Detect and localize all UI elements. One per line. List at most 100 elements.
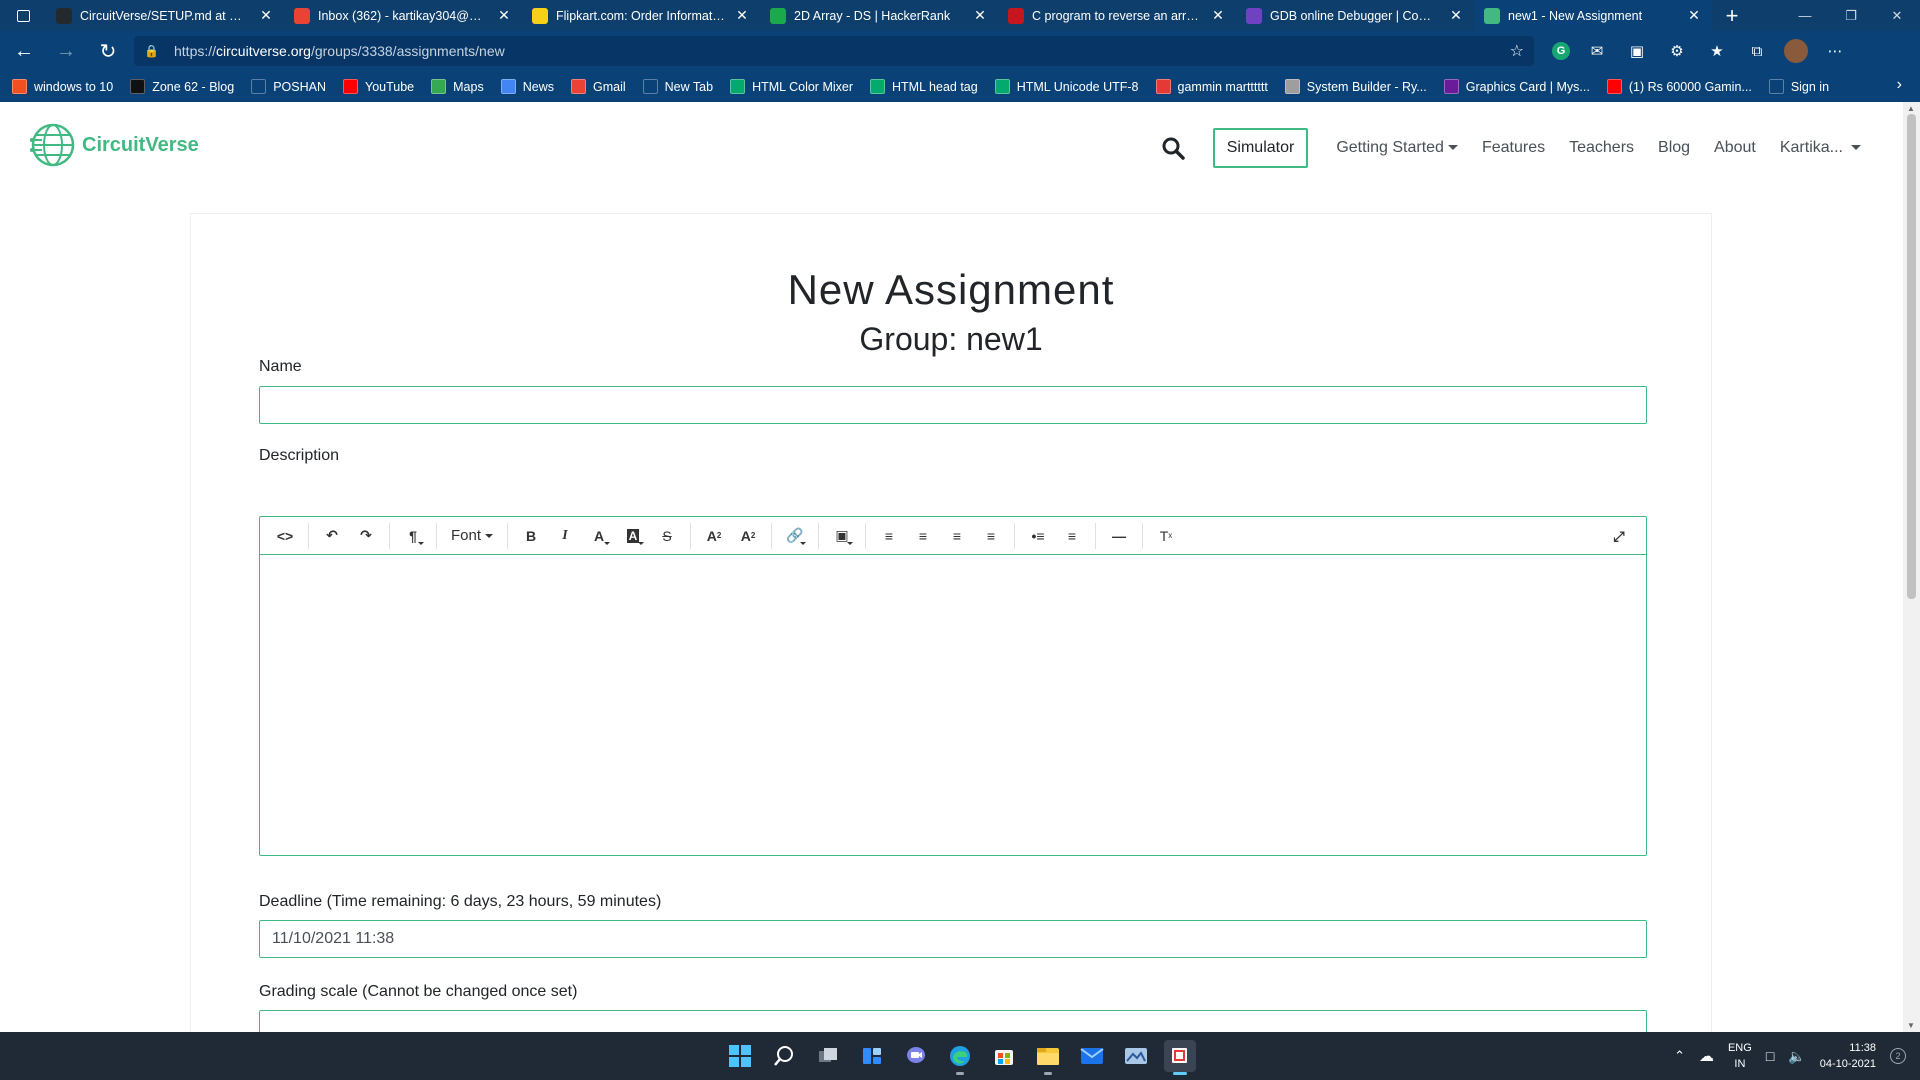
add-favorite-icon[interactable]: ☆ bbox=[1510, 41, 1524, 61]
grading-scale-select[interactable] bbox=[259, 1010, 1647, 1032]
back-button[interactable]: ← bbox=[6, 35, 42, 67]
numbered-list-icon[interactable]: ≡ bbox=[1055, 517, 1089, 555]
align-right-icon[interactable]: ≡ bbox=[940, 517, 974, 555]
collections-icon[interactable]: ⧉ bbox=[1744, 38, 1770, 64]
start-windows-icon[interactable] bbox=[724, 1040, 756, 1072]
snipping-tool-icon[interactable] bbox=[1164, 1040, 1196, 1075]
close-tab-icon[interactable]: ✕ bbox=[258, 7, 274, 24]
bold-icon[interactable]: B bbox=[514, 517, 548, 555]
font-color-icon[interactable]: A bbox=[582, 517, 616, 555]
more-menu-icon[interactable]: ⋯ bbox=[1822, 38, 1848, 64]
browser-tab[interactable]: Flipkart.com: Order Information ✕ bbox=[522, 0, 760, 31]
bookmark-item[interactable]: News bbox=[500, 79, 554, 94]
teams-chat-icon[interactable] bbox=[900, 1040, 932, 1072]
align-justify-icon[interactable]: ≡ bbox=[974, 517, 1008, 555]
url-input[interactable]: 🔒 https://circuitverse.org/groups/3338/a… bbox=[134, 36, 1534, 66]
site-logo[interactable]: CircuitVerse bbox=[30, 122, 199, 168]
font-dropdown[interactable]: Font bbox=[443, 517, 501, 555]
microsoft-store-icon[interactable] bbox=[988, 1040, 1020, 1072]
nav-about[interactable]: About bbox=[1714, 139, 1756, 157]
deadline-input[interactable]: 11/10/2021 11:38 bbox=[259, 920, 1647, 958]
new-tab-button[interactable]: + bbox=[1712, 0, 1752, 31]
browser-tab[interactable]: Inbox (362) - kartikay304@gmai ✕ bbox=[284, 0, 522, 31]
link-icon[interactable]: 🔗 bbox=[778, 517, 812, 555]
paragraph-style-icon[interactable]: ¶ bbox=[396, 517, 430, 555]
bookmark-item[interactable]: POSHAN bbox=[251, 79, 326, 94]
onedrive-cloud-icon[interactable]: ☁ bbox=[1699, 1047, 1714, 1065]
description-textarea[interactable] bbox=[260, 555, 1646, 855]
extension-icon[interactable]: ▣ bbox=[1624, 38, 1650, 64]
simulator-button[interactable]: Simulator bbox=[1212, 128, 1309, 168]
scroll-down-icon[interactable]: ▼ bbox=[1907, 1021, 1915, 1030]
bookmark-item[interactable]: System Builder - Ry... bbox=[1284, 79, 1427, 94]
lock-icon[interactable]: 🔒 bbox=[144, 44, 160, 58]
minimize-icon[interactable]: — bbox=[1782, 0, 1828, 31]
file-explorer-icon[interactable] bbox=[1032, 1040, 1064, 1075]
clear-format-icon[interactable]: Tx bbox=[1149, 517, 1183, 555]
browser-tab[interactable]: CircuitVerse/SETUP.md at maste ✕ bbox=[46, 0, 284, 31]
bookmark-item[interactable]: windows to 10 bbox=[12, 79, 113, 94]
reload-button[interactable]: ↻ bbox=[90, 35, 126, 67]
image-icon[interactable]: ▣ bbox=[825, 517, 859, 555]
close-tab-icon[interactable]: ✕ bbox=[496, 7, 512, 24]
bookmark-item[interactable]: Zone 62 - Blog bbox=[130, 79, 234, 94]
fullscreen-icon[interactable]: ⤢ bbox=[1602, 517, 1636, 555]
name-input[interactable] bbox=[259, 386, 1647, 424]
bookmark-item[interactable]: Maps bbox=[431, 79, 484, 94]
bookmark-item[interactable]: New Tab bbox=[642, 79, 713, 94]
extensions-puzzle-icon[interactable]: ⚙ bbox=[1664, 38, 1690, 64]
scrollbar-thumb[interactable] bbox=[1907, 114, 1916, 599]
bookmark-item[interactable]: HTML head tag bbox=[870, 79, 978, 94]
italic-icon[interactable]: I bbox=[548, 517, 582, 555]
strikethrough-icon[interactable]: S bbox=[650, 517, 684, 555]
bookmark-item[interactable]: Sign in bbox=[1768, 79, 1829, 94]
extension-icon[interactable]: ✉ bbox=[1584, 38, 1610, 64]
favorites-icon[interactable]: ★ bbox=[1704, 38, 1730, 64]
bookmark-item[interactable]: Gmail bbox=[570, 79, 626, 94]
close-window-icon[interactable]: ✕ bbox=[1874, 0, 1920, 31]
close-tab-icon[interactable]: ✕ bbox=[1686, 7, 1702, 24]
notifications-icon[interactable]: 2 bbox=[1890, 1048, 1906, 1064]
code-view-icon[interactable]: <> bbox=[268, 517, 302, 555]
bookmark-item[interactable]: Graphics Card | Mys... bbox=[1443, 79, 1590, 94]
bookmark-item[interactable]: HTML Unicode UTF-8 bbox=[994, 79, 1139, 94]
show-hidden-icons-icon[interactable]: ⌃ bbox=[1674, 1048, 1685, 1064]
nav-user-menu[interactable]: Kartika... bbox=[1780, 139, 1861, 157]
nav-features[interactable]: Features bbox=[1482, 139, 1545, 157]
network-icon[interactable]: □ bbox=[1766, 1048, 1774, 1064]
taskbar-search-icon[interactable] bbox=[768, 1040, 800, 1072]
redo-icon[interactable]: ↷ bbox=[349, 517, 383, 555]
undo-icon[interactable]: ↶ bbox=[315, 517, 349, 555]
task-view-icon[interactable] bbox=[812, 1040, 844, 1072]
browser-tab[interactable]: new1 - New Assignment ✕ bbox=[1474, 0, 1712, 31]
close-tab-icon[interactable]: ✕ bbox=[972, 7, 988, 24]
grammarly-icon[interactable]: G bbox=[1552, 42, 1570, 60]
bookmark-item[interactable]: YouTube bbox=[343, 79, 414, 94]
bookmark-item[interactable]: gammin martttttt bbox=[1155, 79, 1268, 94]
search-icon[interactable] bbox=[1161, 136, 1185, 160]
restore-icon[interactable]: ❐ bbox=[1828, 0, 1874, 31]
photos-icon[interactable] bbox=[1120, 1040, 1152, 1072]
forward-button[interactable]: → bbox=[48, 35, 84, 67]
browser-tab[interactable]: GDB online Debugger | Compile ✕ bbox=[1236, 0, 1474, 31]
bullet-list-icon[interactable]: •≡ bbox=[1021, 517, 1055, 555]
close-tab-icon[interactable]: ✕ bbox=[1210, 7, 1226, 24]
profile-avatar[interactable] bbox=[1784, 39, 1808, 63]
chevron-right-icon[interactable]: › bbox=[1897, 76, 1902, 94]
horizontal-rule-icon[interactable]: — bbox=[1102, 517, 1136, 555]
browser-tab[interactable]: 2D Array - DS | HackerRank ✕ bbox=[760, 0, 998, 31]
nav-teachers[interactable]: Teachers bbox=[1569, 139, 1634, 157]
nav-blog[interactable]: Blog bbox=[1658, 139, 1690, 157]
bookmark-item[interactable]: HTML Color Mixer bbox=[730, 79, 853, 94]
tab-actions-menu[interactable] bbox=[0, 0, 46, 31]
scroll-up-icon[interactable]: ▲ bbox=[1907, 104, 1915, 113]
subscript-icon[interactable]: A2 bbox=[731, 517, 765, 555]
nav-getting-started[interactable]: Getting Started bbox=[1336, 139, 1458, 157]
mail-icon[interactable] bbox=[1076, 1040, 1108, 1072]
bookmark-item[interactable]: (1) Rs 60000 Gamin... bbox=[1606, 79, 1752, 94]
close-tab-icon[interactable]: ✕ bbox=[1448, 7, 1464, 24]
close-tab-icon[interactable]: ✕ bbox=[734, 7, 750, 24]
background-color-icon[interactable]: A bbox=[616, 517, 650, 555]
browser-tab[interactable]: C program to reverse an array u ✕ bbox=[998, 0, 1236, 31]
edge-browser-icon[interactable] bbox=[944, 1040, 976, 1075]
